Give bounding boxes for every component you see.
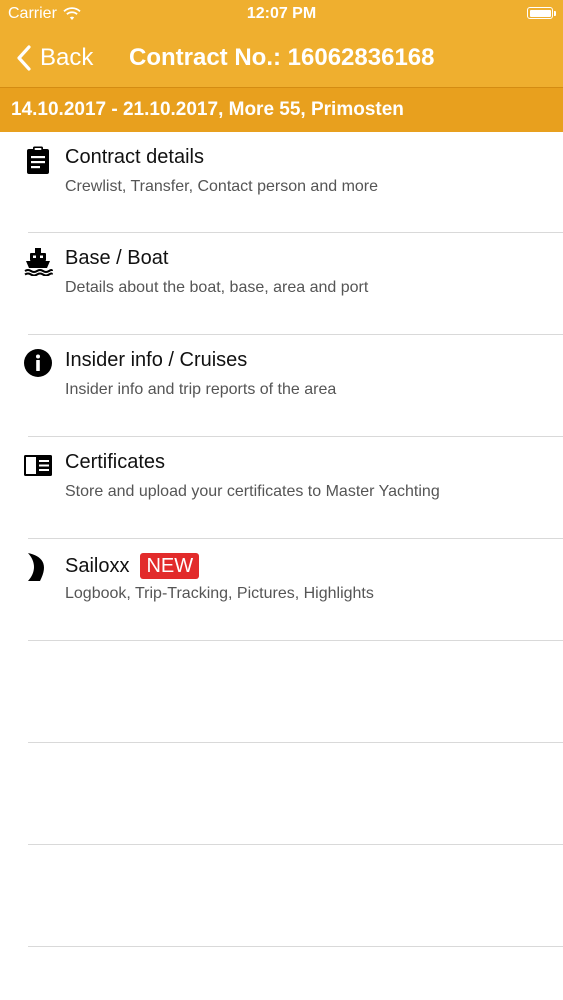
- menu-item-base-boat[interactable]: Base / Boat Details about the boat, base…: [0, 233, 563, 335]
- menu-item-insider-info[interactable]: Insider info / Cruises Insider info and …: [0, 335, 563, 437]
- menu-item-subtitle: Store and upload your certificates to Ma…: [65, 483, 440, 500]
- info-icon: [22, 347, 54, 379]
- menu-item-subtitle: Crewlist, Transfer, Contact person and m…: [65, 178, 379, 195]
- empty-list-row: [0, 845, 563, 947]
- battery-level: [529, 9, 551, 17]
- empty-list-row: [0, 641, 563, 743]
- clock: 12:07 PM: [246, 5, 317, 22]
- ship-icon: [22, 245, 54, 277]
- battery-icon: [527, 7, 556, 19]
- menu-item-title: Base / Boat: [65, 247, 169, 269]
- empty-list-row: [0, 743, 563, 845]
- page-title: Contract No.: 16062836168: [129, 44, 435, 71]
- booking-summary: 14.10.2017 - 21.10.2017, More 55, Primos…: [0, 87, 563, 132]
- menu-item-contract-details[interactable]: Contract details Crewlist, Transfer, Con…: [0, 132, 563, 233]
- menu-item-subtitle: Insider info and trip reports of the are…: [65, 381, 337, 398]
- menu-item-subtitle: Logbook, Trip-Tracking, Pictures, Highli…: [65, 585, 374, 602]
- chevron-left-icon: [17, 44, 31, 71]
- menu-item-title: Certificates: [65, 451, 166, 473]
- menu-item-title: Insider info / Cruises: [65, 349, 248, 371]
- sailoxx-logo-icon: [22, 551, 54, 583]
- menu-item-title-text: Sailoxx: [65, 554, 130, 577]
- navigation-bar: Back Contract No.: 16062836168: [0, 28, 563, 87]
- clipboard-icon: [22, 144, 54, 176]
- menu-item-title: Contract details: [65, 146, 204, 168]
- menu-item-certificates[interactable]: Certificates Store and upload your certi…: [0, 437, 563, 539]
- menu-item-sailoxx[interactable]: Sailoxx NEW Logbook, Trip-Tracking, Pict…: [0, 539, 563, 641]
- menu-item-title: Sailoxx NEW: [65, 553, 200, 579]
- menu-list: Contract details Crewlist, Transfer, Con…: [0, 132, 563, 947]
- app-header: Carrier 12:07 PM Back Contract No.: 1606…: [0, 0, 563, 87]
- new-badge: NEW: [140, 553, 200, 579]
- menu-item-subtitle: Details about the boat, base, area and p…: [65, 279, 369, 296]
- back-button[interactable]: Back: [14, 28, 93, 87]
- certificate-icon: [22, 449, 54, 481]
- back-label: Back: [40, 43, 94, 71]
- status-bar: Carrier 12:07 PM: [0, 0, 563, 28]
